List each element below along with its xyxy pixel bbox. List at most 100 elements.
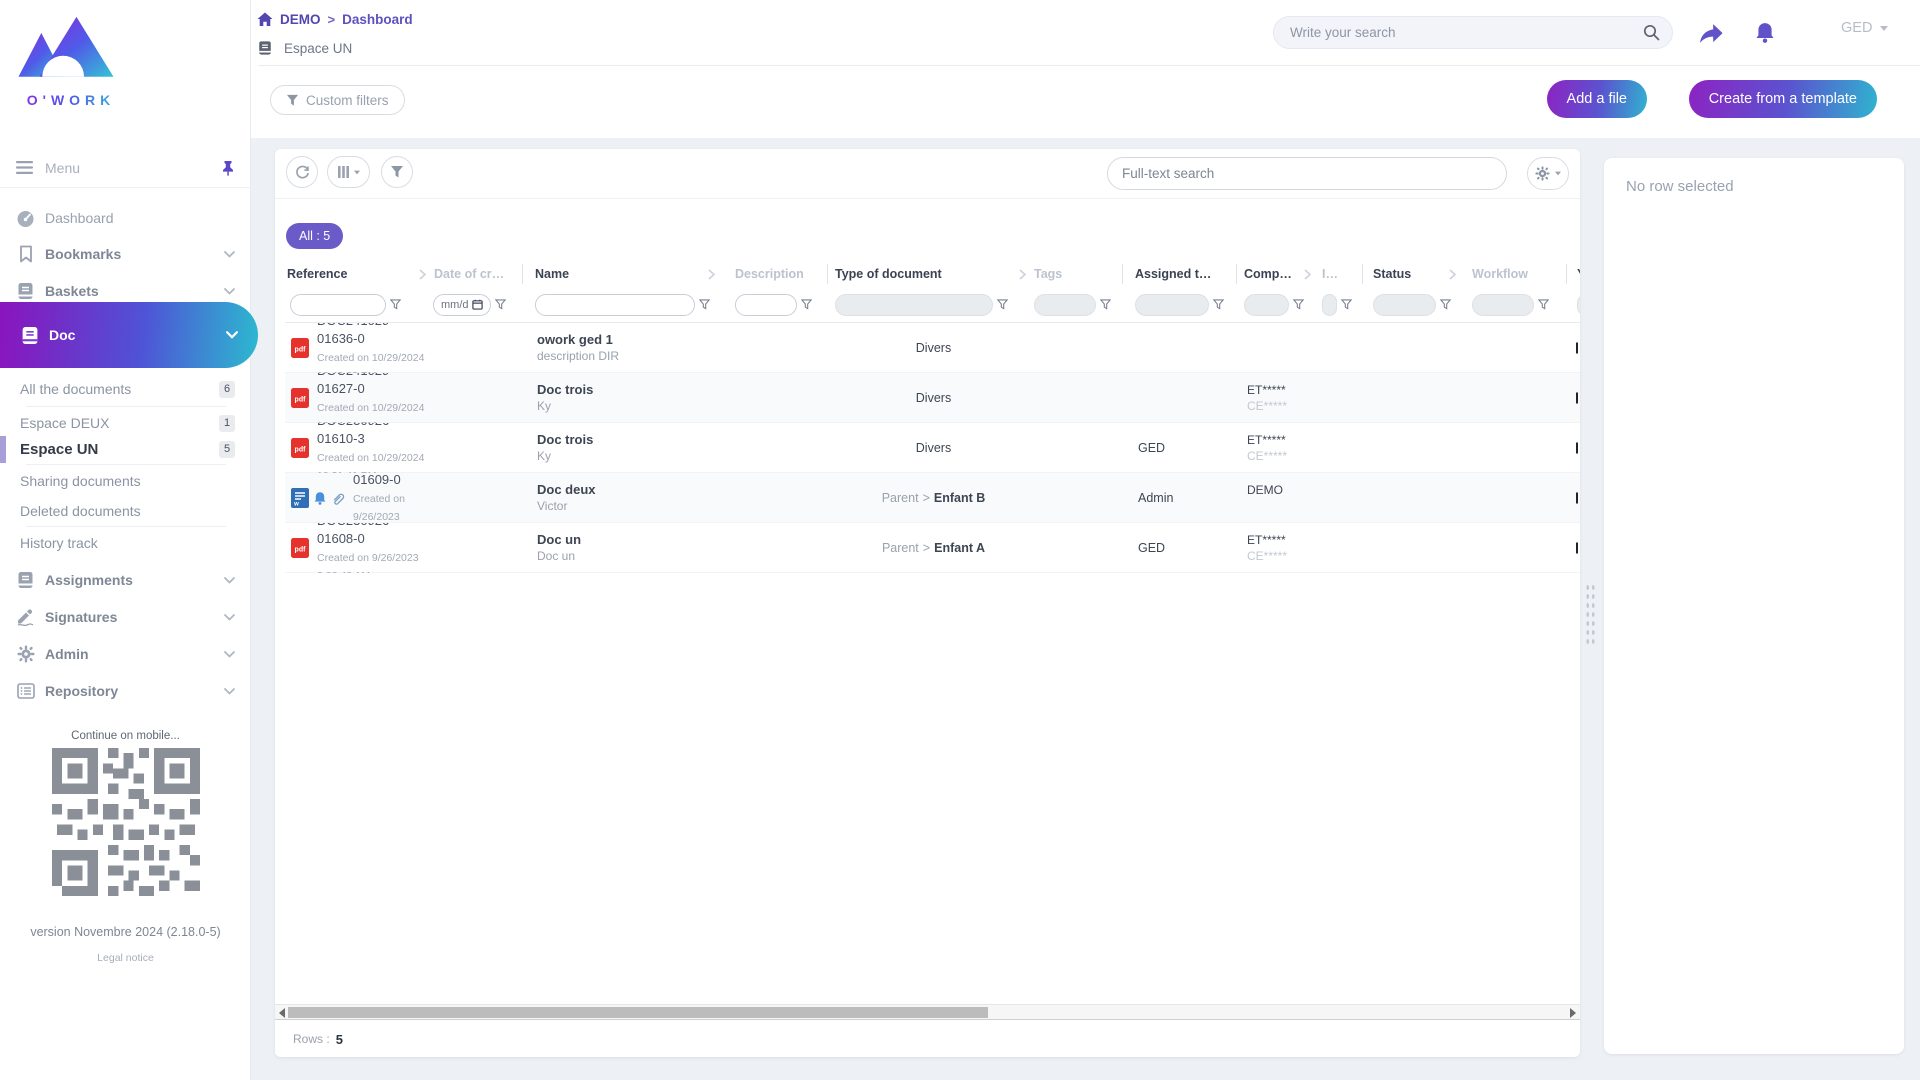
column-header-date[interactable]: Date of cr… (430, 264, 523, 284)
column-header-y[interactable]: Y… (1567, 264, 1580, 284)
columns-button[interactable] (327, 156, 370, 188)
filters-button[interactable] (381, 156, 413, 188)
column-header-name[interactable]: Name (523, 264, 719, 284)
filter-input-info-disabled (1322, 294, 1337, 316)
search-icon[interactable] (1643, 24, 1660, 41)
breadcrumb-site[interactable]: DEMO (280, 12, 321, 27)
global-search (1273, 16, 1673, 49)
user-menu[interactable]: GED (1841, 20, 1888, 36)
sidebar-item-label: Dashboard (45, 210, 235, 226)
sidebar-subitem-all-documents[interactable]: All the documents 6 (0, 374, 251, 404)
filter-input-description[interactable] (735, 294, 797, 316)
breadcrumb-page[interactable]: Dashboard (342, 12, 413, 27)
menu-toggle[interactable]: Menu (0, 148, 251, 188)
home-icon[interactable] (257, 12, 273, 27)
funnel-icon[interactable] (1213, 299, 1224, 311)
filter-date-input[interactable]: mm/d (433, 294, 491, 316)
funnel-icon[interactable] (1341, 299, 1352, 311)
sidebar-subitem-sharing-documents[interactable]: Sharing documents (0, 466, 251, 496)
app-logo[interactable]: O'WORK (16, 14, 126, 108)
funnel-icon[interactable] (1440, 299, 1451, 311)
table-footer: Rows : 5 (275, 1021, 1580, 1057)
table-row[interactable]: pdf DOC230926-01608-0Created on 9/26/202… (285, 523, 1580, 573)
funnel-icon[interactable] (801, 299, 812, 311)
company-line2: CE***** (1247, 449, 1315, 465)
table-row[interactable]: pdf DOC241029-01627-0Created on 10/29/20… (285, 373, 1580, 423)
document-reference: DOC230926-01608-0 (317, 523, 394, 546)
company-line1: ET***** (1247, 432, 1315, 449)
sort-chevron-icon (708, 269, 715, 280)
funnel-icon[interactable] (390, 299, 401, 311)
notifications-button[interactable] (1751, 20, 1779, 46)
sidebar-subitem-deleted-documents[interactable]: Deleted documents (0, 496, 251, 526)
sidebar-item-label: Admin (45, 646, 224, 662)
filter-input-name[interactable] (535, 294, 695, 316)
sidebar-item-repository[interactable]: Repository (0, 673, 251, 709)
column-header-assigned[interactable]: Assigned t… (1123, 264, 1237, 284)
sidebar-item-doc-active[interactable]: Doc (0, 302, 258, 368)
subitem-label: Deleted documents (20, 503, 235, 519)
funnel-icon[interactable] (699, 299, 710, 311)
pin-icon[interactable] (221, 160, 235, 176)
sidebar-subitem-history-track[interactable]: History track (0, 528, 251, 558)
funnel-icon[interactable] (1100, 299, 1111, 311)
share-button[interactable] (1696, 20, 1724, 46)
empty-selection-message: No row selected (1626, 178, 1734, 195)
scrollbar-thumb[interactable] (288, 1007, 988, 1018)
horizontal-scrollbar[interactable] (275, 1004, 1580, 1020)
scroll-left-arrow[interactable] (279, 1008, 285, 1018)
filter-input-y-disabled (1577, 294, 1580, 316)
column-header-reference[interactable]: Reference (285, 264, 430, 284)
sidebar-item-admin[interactable]: Admin (0, 636, 251, 672)
table-row[interactable]: pdf DOC230926-01610-3Created on 10/29/20… (285, 423, 1580, 473)
assigned-to: GED (1138, 441, 1237, 455)
caret-down-icon (354, 170, 360, 174)
document-type-parent: Parent (882, 541, 919, 555)
fulltext-search-input[interactable] (1122, 166, 1492, 181)
sidebar-item-signatures[interactable]: Signatures (0, 599, 251, 635)
funnel-icon[interactable] (1293, 299, 1304, 311)
table-row[interactable]: w DOC230926-01609-0Created on 9/26/2023 … (285, 473, 1580, 523)
table-row[interactable]: pdf DOC241029-01636-0Created on 10/29/20… (285, 323, 1580, 373)
subitem-label: Espace UN (20, 441, 219, 458)
document-name: Doc deux (537, 481, 719, 499)
table-settings-button[interactable] (1527, 157, 1569, 190)
funnel-icon[interactable] (997, 299, 1008, 311)
scroll-right-arrow[interactable] (1570, 1008, 1576, 1018)
divider (26, 526, 226, 527)
company-line1: ET***** (1247, 532, 1315, 549)
clipped-cell-fragment (1576, 442, 1579, 453)
chevron-down-icon (224, 614, 235, 621)
global-search-input[interactable] (1290, 25, 1643, 40)
list-box-icon (16, 682, 35, 701)
refresh-button[interactable] (286, 156, 318, 188)
current-space-label: Espace UN (284, 41, 352, 56)
sidebar-item-assignments[interactable]: Assignments (0, 562, 251, 598)
sidebar-item-dashboard[interactable]: Dashboard (0, 200, 251, 236)
all-filter-chip[interactable]: All : 5 (286, 223, 343, 249)
column-header-description[interactable]: Description (719, 264, 828, 284)
column-header-status[interactable]: Status (1363, 264, 1460, 284)
brand-name: O'WORK (16, 92, 126, 108)
column-header-tags[interactable]: Tags (1030, 264, 1123, 284)
custom-filters-button[interactable]: Custom filters (270, 85, 405, 115)
column-header-info[interactable]: I… (1315, 264, 1363, 284)
column-header-workflow[interactable]: Workflow (1460, 264, 1567, 284)
sidebar-item-bookmarks[interactable]: Bookmarks (0, 236, 251, 272)
filter-input-reference[interactable] (290, 294, 386, 316)
sort-chevron-icon (419, 269, 426, 280)
create-from-template-button[interactable]: Create from a template (1689, 80, 1877, 118)
document-created: Created on 10/29/2024 10:42:23 PM (317, 352, 424, 373)
legal-notice-link[interactable]: Legal notice (0, 952, 251, 964)
word-file-icon: w (291, 488, 309, 508)
document-created: Created on 10/29/2024 10:21:41 PM (317, 452, 424, 473)
clipped-cell-fragment (1576, 492, 1579, 503)
panel-resize-handle[interactable] (1585, 583, 1596, 645)
funnel-icon[interactable] (1538, 299, 1549, 311)
sidebar-subitem-espace-un[interactable]: Espace UN 5 (0, 434, 251, 464)
funnel-icon[interactable] (495, 299, 506, 311)
add-file-button[interactable]: Add a file (1547, 80, 1647, 118)
column-header-type[interactable]: Type of document (828, 264, 1030, 284)
column-header-comp[interactable]: Comp… (1237, 264, 1315, 284)
clipped-cell-fragment (1576, 392, 1579, 403)
